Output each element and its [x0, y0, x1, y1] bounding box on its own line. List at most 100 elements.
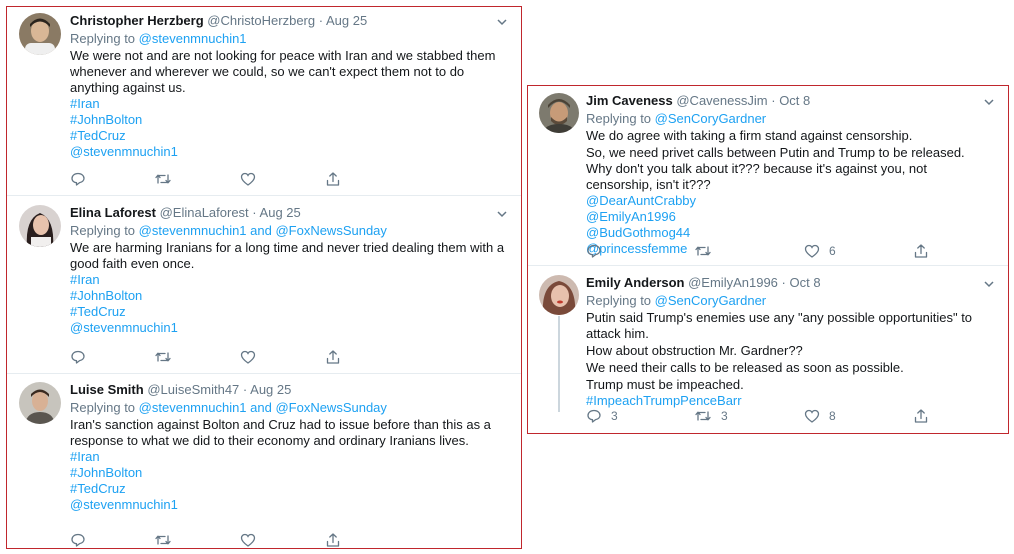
tweet-date[interactable]: Aug 25: [250, 382, 291, 397]
retweet-button[interactable]: [154, 531, 172, 549]
hashtag-link[interactable]: #TedCruz: [70, 481, 507, 497]
replying-to-label: Replying to: [586, 111, 652, 126]
tweet-text-line-4: Trump must be impeached.: [586, 377, 744, 392]
tweet-actions: [70, 348, 370, 366]
share-button[interactable]: [325, 170, 341, 188]
hashtag-link[interactable]: #JohnBolton: [70, 288, 507, 304]
separator-dot: ·: [771, 93, 776, 108]
hashtag-link[interactable]: #Iran: [70, 272, 507, 288]
reply-button[interactable]: [70, 170, 86, 188]
share-button[interactable]: [325, 531, 341, 549]
reply-icon: [71, 350, 85, 364]
hashtag-link[interactable]: #JohnBolton: [70, 112, 507, 128]
share-button[interactable]: [913, 242, 929, 260]
hashtag-link[interactable]: #TedCruz: [70, 304, 507, 320]
replying-to-link[interactable]: @SenCoryGardner: [655, 111, 766, 126]
like-button[interactable]: 8: [804, 407, 836, 425]
tweet-christopher-herzberg[interactable]: Christopher Herzberg @ChristoHerzberg · …: [7, 7, 521, 196]
author-handle[interactable]: @CavenessJim: [676, 93, 767, 108]
mention-link[interactable]: @stevenmnuchin1: [70, 320, 507, 336]
replying-to-link[interactable]: @stevenmnuchin1 and @FoxNewsSunday: [139, 400, 387, 415]
retweet-icon: [155, 352, 171, 362]
mention-link[interactable]: @DearAuntCrabby: [586, 193, 994, 209]
retweet-icon: [695, 246, 711, 256]
tweet-text: We are harming Iranians for a long time …: [70, 240, 505, 271]
reply-count: 3: [611, 409, 618, 423]
like-button[interactable]: [240, 170, 256, 188]
author-handle[interactable]: @ElinaLaforest: [160, 205, 249, 220]
hashtag-link[interactable]: #Iran: [70, 449, 507, 465]
separator-dot: ·: [781, 275, 786, 290]
retweet-button[interactable]: [154, 170, 172, 188]
chevron-down-icon[interactable]: [495, 207, 509, 221]
retweet-button[interactable]: [154, 348, 172, 366]
hashtag-link[interactable]: #TedCruz: [70, 128, 507, 144]
tweet-date[interactable]: Oct 8: [779, 93, 810, 108]
like-count: 6: [829, 244, 836, 258]
author-name[interactable]: Christopher Herzberg: [70, 13, 204, 28]
avatar[interactable]: [19, 205, 61, 247]
replying-to-link[interactable]: @SenCoryGardner: [655, 293, 766, 308]
replying-to: Replying to @stevenmnuchin1: [70, 31, 507, 47]
retweet-count: 3: [721, 409, 728, 423]
tweet-jim-caveness[interactable]: Jim Caveness @CavenessJim · Oct 8 Replyi…: [528, 86, 1008, 266]
author-handle[interactable]: @EmilyAn1996: [688, 275, 778, 290]
share-button[interactable]: [325, 348, 341, 366]
heart-icon: [804, 244, 820, 258]
tweet-luise-smith[interactable]: Luise Smith @LuiseSmith47 · Aug 25 Reply…: [7, 374, 521, 548]
tweet-text-line-2: So, we need privet calls between Putin a…: [586, 145, 965, 192]
replying-to: Replying to @stevenmnuchin1 and @FoxNews…: [70, 400, 507, 416]
reply-button[interactable]: 3: [586, 407, 618, 425]
author-name[interactable]: Jim Caveness: [586, 93, 673, 108]
replying-to-link[interactable]: @stevenmnuchin1 and @FoxNewsSunday: [139, 223, 387, 238]
share-icon: [914, 244, 928, 258]
retweet-button[interactable]: [694, 242, 712, 260]
reply-button[interactable]: [70, 531, 86, 549]
tweet-emily-anderson[interactable]: Emily Anderson @EmilyAn1996 · Oct 8 Repl…: [528, 266, 1008, 433]
retweet-button[interactable]: 3: [694, 407, 728, 425]
chevron-down-icon[interactable]: [982, 277, 996, 291]
mention-link[interactable]: @stevenmnuchin1: [70, 144, 507, 160]
tweet-date[interactable]: Aug 25: [260, 205, 301, 220]
like-button[interactable]: [240, 531, 256, 549]
chevron-down-icon[interactable]: [495, 15, 509, 29]
reply-icon: [71, 172, 85, 186]
tweet-elina-laforest[interactable]: Elina Laforest @ElinaLaforest · Aug 25 R…: [7, 196, 521, 374]
chevron-down-icon[interactable]: [982, 95, 996, 109]
separator-dot: ·: [242, 382, 248, 397]
avatar[interactable]: [539, 93, 579, 133]
replying-to-label: Replying to: [586, 293, 652, 308]
author-handle[interactable]: @LuiseSmith47: [147, 382, 239, 397]
tweet-actions: 3 3 8: [586, 407, 946, 425]
share-icon: [326, 350, 340, 364]
hashtag-link[interactable]: #Iran: [70, 96, 507, 112]
author-handle[interactable]: @ChristoHerzberg: [207, 13, 315, 28]
tweet-text: Putin said Trump's enemies use any "any …: [586, 310, 973, 341]
share-button[interactable]: [913, 407, 929, 425]
avatar[interactable]: [19, 382, 61, 424]
mention-link[interactable]: @stevenmnuchin1: [70, 497, 507, 513]
tweet-text: Iran's sanction against Bolton and Cruz …: [70, 417, 491, 448]
like-button[interactable]: 6: [804, 242, 836, 260]
retweet-icon: [695, 411, 711, 421]
replying-to: Replying to @SenCoryGardner: [586, 111, 994, 127]
author-name[interactable]: Elina Laforest: [70, 205, 156, 220]
tweet-text-line-2: How about obstruction Mr. Gardner??: [586, 343, 803, 358]
replying-to: Replying to @SenCoryGardner: [586, 293, 994, 309]
tweet-date[interactable]: Oct 8: [790, 275, 821, 290]
avatar[interactable]: [19, 13, 61, 55]
avatar[interactable]: [539, 275, 579, 315]
left-tweet-panel: Christopher Herzberg @ChristoHerzberg · …: [6, 6, 522, 549]
reply-button[interactable]: [586, 242, 602, 260]
author-name[interactable]: Emily Anderson: [586, 275, 684, 290]
replying-to-link[interactable]: @stevenmnuchin1: [139, 31, 247, 46]
heart-icon: [240, 533, 256, 547]
tweet-date[interactable]: Aug 25: [326, 13, 367, 28]
author-name[interactable]: Luise Smith: [70, 382, 144, 397]
tweet-text-line-3: We need their calls to be released as so…: [586, 360, 904, 375]
reply-button[interactable]: [70, 348, 86, 366]
mention-link[interactable]: @EmilyAn1996: [586, 209, 994, 225]
mention-link[interactable]: @BudGothmog44: [586, 225, 994, 241]
like-button[interactable]: [240, 348, 256, 366]
hashtag-link[interactable]: #JohnBolton: [70, 465, 507, 481]
